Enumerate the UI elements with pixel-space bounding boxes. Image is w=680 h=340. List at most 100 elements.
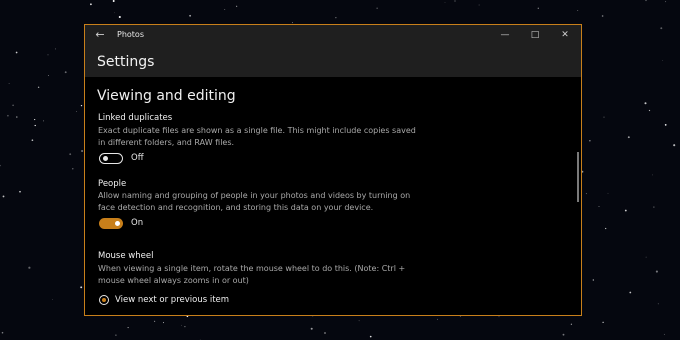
star (118, 15, 121, 19)
star (663, 333, 665, 335)
star (607, 192, 609, 194)
star (627, 136, 630, 139)
mouse-wheel-description: When viewing a single item, rotate the m… (98, 264, 406, 285)
star (310, 327, 313, 330)
star (37, 86, 40, 89)
star (80, 286, 83, 289)
star (15, 51, 18, 54)
linked-duplicates-label: Linked duplicates (98, 113, 173, 123)
star (652, 174, 653, 176)
star (629, 291, 632, 294)
star (655, 270, 658, 273)
people-state: On (131, 218, 144, 228)
settings-header: Settings (85, 45, 581, 77)
star (90, 3, 92, 6)
people-label: People (98, 179, 127, 189)
star (444, 2, 446, 3)
star (1, 331, 4, 334)
star (76, 111, 77, 112)
star (12, 104, 14, 107)
star (34, 119, 36, 121)
star (498, 316, 500, 318)
star (28, 266, 31, 269)
people-toggle[interactable] (99, 218, 123, 229)
star (369, 335, 372, 338)
page-title: Settings (97, 54, 155, 70)
star (31, 139, 34, 142)
star (127, 327, 129, 329)
star (47, 54, 49, 56)
star (644, 102, 647, 105)
people-description: Allow naming and grouping of people in y… (98, 191, 411, 212)
star (603, 116, 605, 118)
star (43, 120, 45, 122)
star (47, 74, 49, 76)
star (154, 320, 156, 322)
star (624, 209, 627, 212)
star (236, 5, 238, 7)
star (673, 144, 676, 147)
settings-content: Viewing and editing Linked duplicates Ex… (85, 77, 581, 315)
star (114, 12, 116, 14)
scrollbar[interactable] (577, 152, 579, 202)
star (577, 10, 579, 11)
star (69, 153, 72, 156)
star (645, 0, 647, 2)
star (454, 0, 456, 2)
linked-duplicates-toggle[interactable] (99, 153, 123, 164)
star (55, 48, 57, 50)
photos-window: ← Photos — □ ✕ Settings Viewing and edit… (84, 24, 582, 316)
close-icon[interactable]: ✕ (553, 25, 577, 45)
star (115, 334, 117, 336)
star (589, 140, 591, 142)
star (0, 164, 1, 167)
star (657, 303, 659, 305)
star (570, 323, 573, 325)
star (2, 195, 5, 198)
star (645, 256, 647, 258)
star (602, 321, 604, 323)
star (224, 9, 226, 10)
maximize-icon[interactable]: □ (523, 25, 547, 45)
star (592, 279, 594, 281)
radio-selected-dot (101, 297, 106, 302)
star (660, 27, 663, 30)
star (64, 71, 67, 74)
title-bar: ← Photos — □ ✕ (85, 25, 581, 45)
star (19, 190, 21, 193)
star (585, 193, 587, 195)
star (662, 60, 664, 61)
star (163, 322, 164, 324)
star (189, 14, 192, 17)
linked-duplicates-state: Off (131, 153, 144, 163)
toggle-knob (103, 155, 108, 161)
star (653, 206, 655, 208)
minimize-icon[interactable]: — (493, 25, 517, 45)
star (8, 83, 10, 84)
star (437, 318, 438, 320)
star (537, 7, 539, 9)
linked-duplicates-description: Exact duplicate files are shown as a sin… (98, 126, 416, 147)
section-title: Viewing and editing (97, 88, 236, 104)
view-next-previous-radio[interactable] (99, 295, 109, 305)
star (323, 331, 327, 335)
star (7, 114, 9, 117)
star (72, 168, 74, 170)
star (81, 149, 84, 153)
star (184, 325, 186, 328)
star (664, 124, 667, 126)
star (358, 320, 360, 322)
star (598, 206, 600, 208)
star (112, 0, 115, 2)
star (648, 109, 651, 112)
star (181, 324, 182, 326)
star (665, 1, 667, 3)
back-arrow-icon[interactable]: ← (91, 27, 109, 43)
mouse-wheel-label: Mouse wheel (98, 251, 154, 261)
star (376, 7, 378, 9)
view-next-previous-label[interactable]: View next or previous item (115, 295, 229, 306)
star (16, 116, 18, 118)
app-title: Photos (117, 30, 144, 39)
toggle-knob (115, 221, 120, 226)
star (52, 299, 53, 300)
